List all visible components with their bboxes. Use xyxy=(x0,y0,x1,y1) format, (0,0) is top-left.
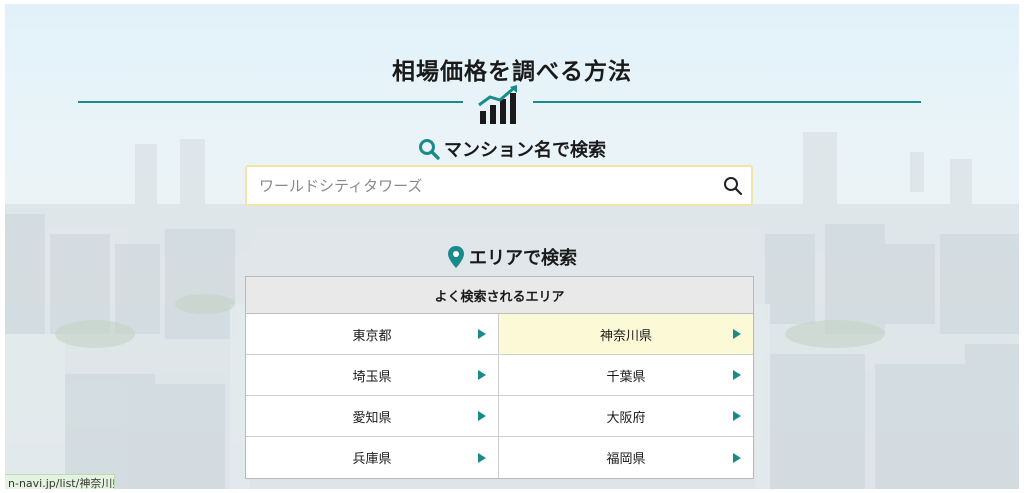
area-label: 埼玉県 xyxy=(352,369,392,385)
triangle-right-icon xyxy=(733,452,741,463)
area-label: 愛知県 xyxy=(352,410,392,426)
status-bar-url: n-navi.jp/list/神奈川県 xyxy=(5,474,115,489)
area-link-hyogo[interactable]: 兵庫県 xyxy=(246,437,499,478)
search-box xyxy=(245,165,753,206)
area-link-saitama[interactable]: 埼玉県 xyxy=(246,355,499,396)
area-label: 福岡県 xyxy=(606,452,646,467)
area-link-kanagawa[interactable]: 神奈川県 xyxy=(499,314,753,355)
area-label: 兵庫県 xyxy=(352,452,392,467)
area-grid: 東京都 神奈川県 埼玉県 千葉県 愛知県 大阪府 兵庫県 福岡県 xyxy=(246,314,753,478)
area-link-aichi[interactable]: 愛知県 xyxy=(246,396,499,437)
title-divider-right xyxy=(533,101,921,103)
triangle-right-icon xyxy=(478,452,486,463)
area-label: 東京都 xyxy=(352,328,392,344)
triangle-right-icon xyxy=(733,370,741,380)
area-link-tokyo[interactable]: 東京都 xyxy=(246,314,499,355)
title-divider-left xyxy=(78,101,463,103)
triangle-right-icon xyxy=(733,329,741,339)
area-label: 神奈川県 xyxy=(599,328,652,344)
area-label: 大阪府 xyxy=(606,410,646,426)
area-label: 千葉県 xyxy=(606,369,646,385)
search-button[interactable] xyxy=(715,167,751,204)
page-title: 相場価格を調べる方法 xyxy=(392,59,632,85)
map-pin-icon xyxy=(448,246,464,268)
triangle-right-icon xyxy=(733,411,741,421)
search-icon xyxy=(724,176,743,195)
area-link-osaka[interactable]: 大阪府 xyxy=(499,396,753,437)
mansion-name-search-input[interactable] xyxy=(247,167,715,204)
area-panel: よく検索されるエリア 東京都 神奈川県 埼玉県 千葉県 愛知県 大阪府 兵庫県 … xyxy=(245,276,754,479)
search-section-title: マンション名で検索 xyxy=(5,136,1019,165)
triangle-right-icon xyxy=(478,329,486,339)
area-panel-header: よく検索されるエリア xyxy=(246,277,753,314)
chart-growth-icon xyxy=(478,85,517,124)
triangle-right-icon xyxy=(478,411,486,421)
triangle-right-icon xyxy=(478,370,486,380)
area-section-label: エリアで検索 xyxy=(469,248,577,269)
area-link-chiba[interactable]: 千葉県 xyxy=(499,355,753,396)
area-section-title: エリアで検索 xyxy=(5,244,1019,274)
area-link-fukuoka[interactable]: 福岡県 xyxy=(499,437,753,478)
magnifier-icon xyxy=(419,139,440,160)
search-section-label: マンション名で検索 xyxy=(444,140,606,161)
hero-panel: 相場価格を調べる方法 マンション名で検索 ワールドシティタワーズ エリアで検索 … xyxy=(5,4,1019,489)
